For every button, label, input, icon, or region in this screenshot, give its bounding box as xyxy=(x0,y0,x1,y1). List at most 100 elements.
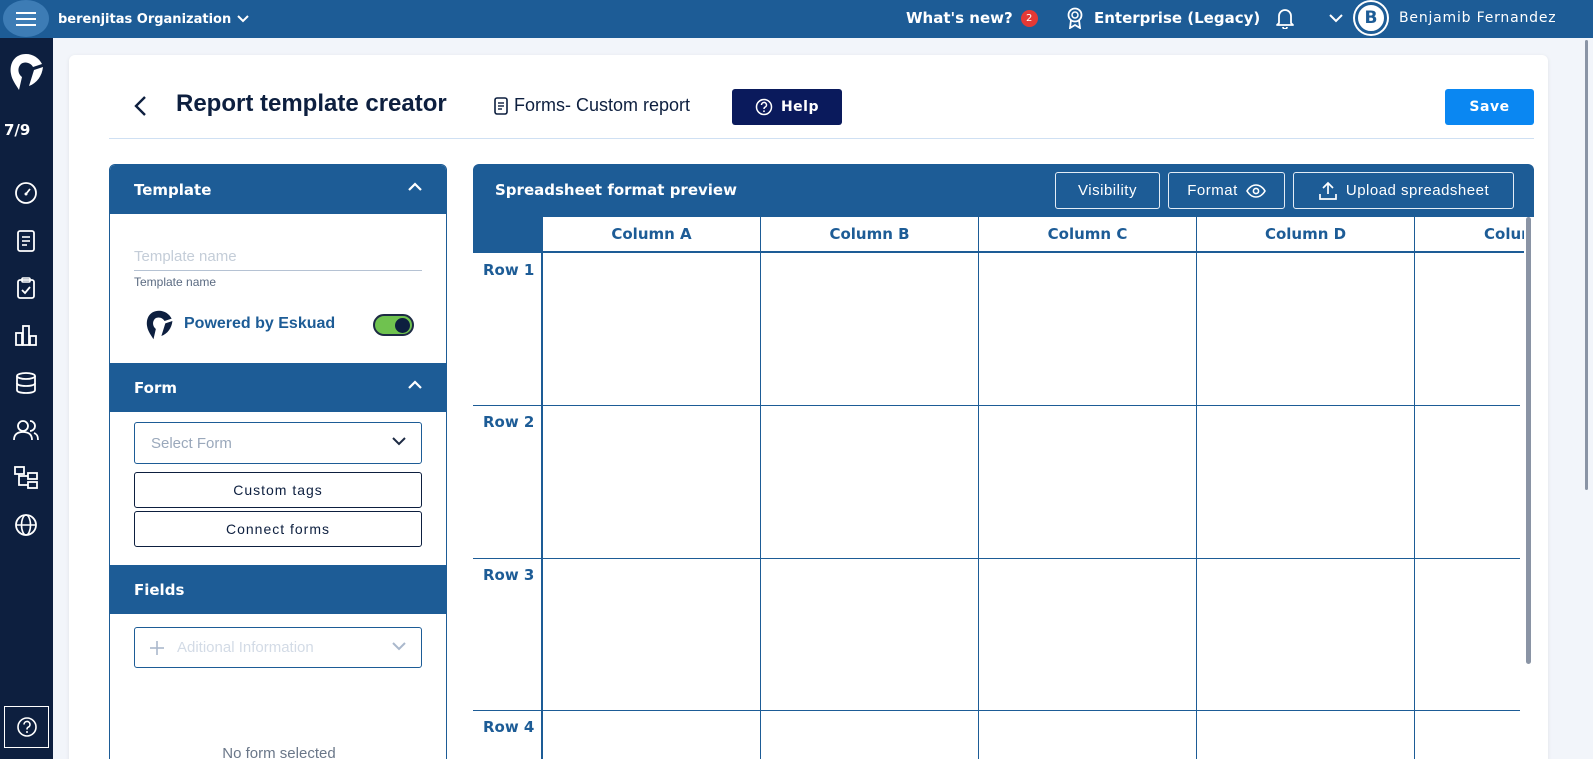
eskuad-logo-icon xyxy=(146,310,173,340)
notifications-button[interactable] xyxy=(1275,0,1295,36)
top-bar: berenjitas Organization What's new? 2 En… xyxy=(0,0,1593,38)
fields-section-header[interactable]: Fields xyxy=(110,565,446,614)
spreadsheet-grid: Column A Column B Column C Column D Colu… xyxy=(473,217,1534,759)
powered-by-toggle[interactable] xyxy=(373,314,414,336)
sidebar-item-reports[interactable] xyxy=(13,322,39,348)
eskuad-logo xyxy=(144,308,174,346)
grid-scrollbar-thumb[interactable] xyxy=(1526,217,1531,664)
left-sidebar: 7/9 xyxy=(0,38,53,759)
whats-new-link[interactable]: What's new? 2 xyxy=(906,0,1038,36)
select-form-dropdown[interactable]: Select Form xyxy=(134,422,422,464)
column-divider xyxy=(978,253,979,759)
chart-icon xyxy=(15,325,37,346)
custom-tags-button[interactable]: Custom tags xyxy=(134,472,422,508)
template-name-input[interactable] xyxy=(134,243,422,271)
organization-switcher[interactable]: berenjitas Organization xyxy=(58,0,249,38)
chevron-down-icon xyxy=(237,15,249,23)
clipboard-icon xyxy=(17,277,35,299)
chevron-down-icon xyxy=(392,437,406,446)
visibility-button[interactable]: Visibility xyxy=(1055,172,1160,209)
upload-spreadsheet-button[interactable]: Upload spreadsheet xyxy=(1293,172,1514,209)
additional-information-dropdown[interactable]: Aditional Information xyxy=(134,627,422,668)
subtitle-label: Forms- Custom report xyxy=(514,95,691,115)
chevron-up-icon xyxy=(408,182,422,191)
sidebar-item-users[interactable] xyxy=(13,417,39,443)
row-divider xyxy=(473,710,1520,711)
preview-title: Spreadsheet format preview xyxy=(495,181,737,199)
row-header-2[interactable]: Row 2 xyxy=(473,405,542,558)
sidebar-help-button[interactable] xyxy=(4,706,49,748)
step-counter: 7/9 xyxy=(4,121,31,139)
document-icon xyxy=(17,230,35,252)
template-name-helper: Template name xyxy=(134,275,217,289)
sidebar-item-hierarchy[interactable] xyxy=(13,464,39,490)
row-header-4[interactable]: Row 4 xyxy=(473,710,542,759)
sidebar-item-tasks[interactable] xyxy=(13,275,39,301)
eskuad-logo xyxy=(7,52,45,92)
template-section-title: Template xyxy=(134,180,212,199)
organization-name: berenjitas Organization xyxy=(58,11,232,27)
chevron-up-icon xyxy=(408,380,422,389)
powered-by-label: Powered by Eskuad xyxy=(184,315,336,332)
format-button[interactable]: Format xyxy=(1168,172,1285,209)
user-name: Benjamib Fernandez xyxy=(1399,10,1557,26)
whats-new-badge: 2 xyxy=(1020,9,1038,27)
plan-indicator[interactable]: Enterprise (Legacy) xyxy=(1066,0,1260,36)
format-label: Format xyxy=(1187,182,1238,199)
upload-label: Upload spreadsheet xyxy=(1345,182,1490,199)
sidebar-item-dashboard[interactable] xyxy=(13,180,39,206)
toggle-knob xyxy=(395,318,410,333)
back-button[interactable] xyxy=(133,92,155,120)
page-subtitle: Forms- Custom report xyxy=(494,95,690,116)
select-form-placeholder: Select Form xyxy=(151,434,232,452)
connect-forms-button[interactable]: Connect forms xyxy=(134,511,422,547)
column-header-d[interactable]: Column D xyxy=(1196,217,1414,253)
award-icon xyxy=(1067,7,1083,29)
help-label: Help xyxy=(780,99,820,115)
fields-section-title: Fields xyxy=(134,580,185,599)
sidebar-item-database[interactable] xyxy=(13,370,39,396)
column-divider xyxy=(1414,253,1415,759)
page-scrollbar-thumb[interactable] xyxy=(1585,40,1588,490)
form-section-header[interactable]: Form xyxy=(110,363,446,412)
settings-panel: Template Template name Powered by Eskuad… xyxy=(109,164,447,759)
dashboard-icon xyxy=(15,182,37,204)
header-divider xyxy=(109,138,1534,139)
column-divider xyxy=(541,253,543,759)
globe-icon xyxy=(15,514,37,536)
column-header-a[interactable]: Column A xyxy=(542,217,760,253)
hierarchy-icon xyxy=(14,466,38,489)
column-divider xyxy=(760,253,761,759)
row-header-3[interactable]: Row 3 xyxy=(473,558,542,710)
template-section-header[interactable]: Template xyxy=(110,165,446,214)
row-divider xyxy=(473,558,1520,559)
sidebar-item-global[interactable] xyxy=(13,512,39,538)
help-button[interactable]: Help xyxy=(732,89,842,125)
form-section-title: Form xyxy=(134,378,177,397)
hamburger-menu-button[interactable] xyxy=(3,0,49,37)
document-icon xyxy=(494,96,508,115)
column-header-c[interactable]: Column C xyxy=(978,217,1196,253)
row-header-1[interactable]: Row 1 xyxy=(473,253,542,405)
whats-new-label: What's new? xyxy=(906,9,1013,27)
chevron-left-icon xyxy=(134,96,146,116)
chevron-down-icon xyxy=(392,642,406,651)
sidebar-item-documents[interactable] xyxy=(13,228,39,254)
plan-label: Enterprise (Legacy) xyxy=(1094,9,1261,27)
grid-corner xyxy=(473,217,542,253)
column-header-b[interactable]: Column B xyxy=(760,217,978,253)
column-header-e[interactable]: Column E xyxy=(1414,217,1534,253)
column-divider xyxy=(1196,253,1197,759)
preview-header: Spreadsheet format preview Visibility Fo… xyxy=(473,164,1534,217)
question-circle-icon xyxy=(755,98,773,116)
additional-information-placeholder: Aditional Information xyxy=(177,639,314,656)
no-form-message: No form selected xyxy=(222,745,336,759)
user-menu[interactable]: B Benjamib Fernandez xyxy=(1329,0,1556,36)
database-icon xyxy=(16,372,36,394)
avatar: B xyxy=(1355,2,1387,34)
save-button[interactable]: Save xyxy=(1445,89,1534,125)
row-divider xyxy=(473,405,1520,406)
eskuad-logo-icon xyxy=(10,54,43,90)
upload-icon xyxy=(1319,181,1337,200)
eye-icon xyxy=(1245,183,1266,198)
